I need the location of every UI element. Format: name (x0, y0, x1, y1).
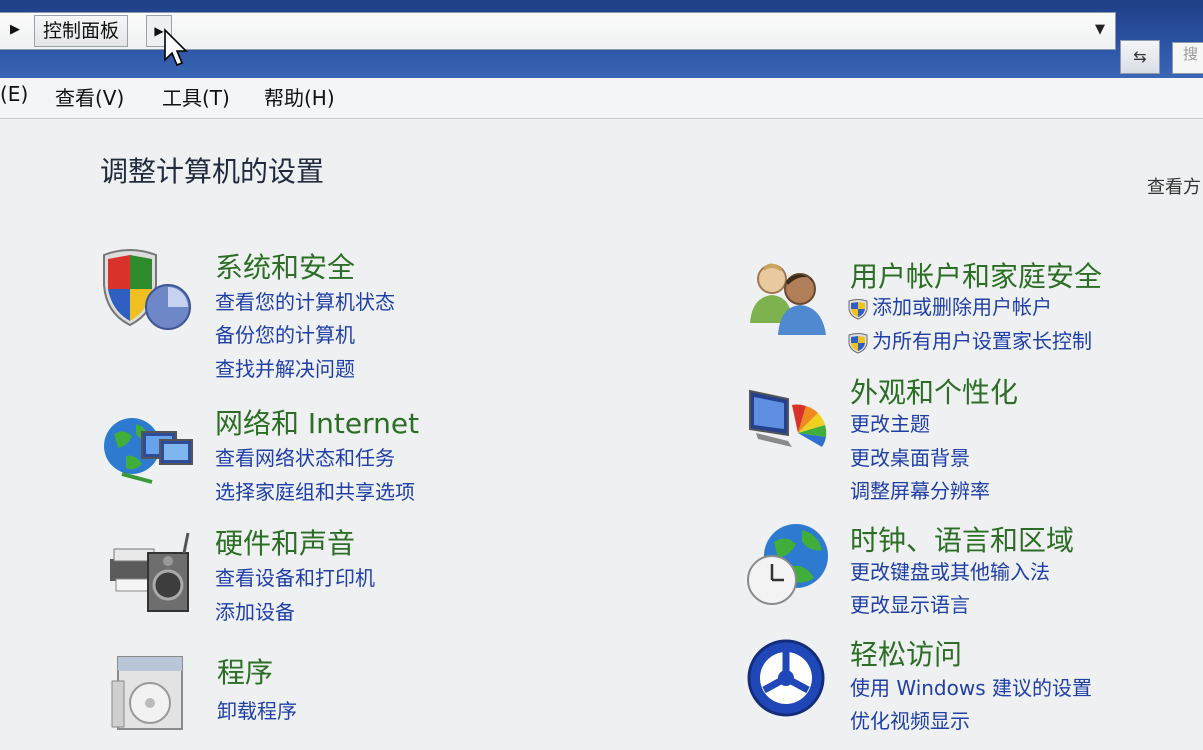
uac-shield-icon (848, 332, 868, 354)
menu-tools[interactable]: 工具(T) (162, 82, 230, 111)
mouse-cursor-icon (164, 28, 188, 67)
link-add-device[interactable]: 添加设备 (215, 596, 295, 625)
appearance-icon (749, 389, 827, 447)
menu-view[interactable]: 查看(V) (55, 82, 124, 111)
link-devices-printers[interactable]: 查看设备和打印机 (215, 562, 375, 591)
search-input[interactable]: 搜 (1172, 42, 1203, 74)
link-troubleshoot[interactable]: 查找并解决问题 (215, 353, 355, 382)
uac-shield-icon (848, 298, 868, 320)
programs-title[interactable]: 程序 (217, 651, 273, 691)
appearance-title[interactable]: 外观和个性化 (850, 371, 1018, 411)
refresh-button[interactable]: ⇆ (1120, 40, 1160, 74)
link-change-keyboard[interactable]: 更改键盘或其他输入法 (850, 556, 1050, 585)
breadcrumb-expand-icon[interactable]: ▶ (10, 22, 20, 37)
users-icon (750, 263, 826, 335)
menu-edit[interactable]: (E) (0, 82, 28, 106)
link-backup-computer[interactable]: 备份您的计算机 (215, 319, 355, 348)
printer-speaker-icon (110, 532, 190, 612)
clock-globe-icon (747, 524, 828, 605)
refresh-icon: ⇆ (1133, 47, 1147, 66)
shield-icon (103, 249, 191, 330)
system-security-title[interactable]: 系统和安全 (215, 246, 355, 286)
programs-icon (111, 656, 183, 730)
menu-bar: (E) 查看(V) 工具(T) 帮助(H) (0, 78, 1203, 119)
address-dropdown-icon[interactable]: ▼ (1095, 22, 1105, 37)
menu-help[interactable]: 帮助(H) (264, 82, 335, 111)
link-change-display-language[interactable]: 更改显示语言 (850, 589, 970, 618)
breadcrumb-control-panel[interactable]: 控制面板 (34, 15, 129, 47)
link-optimize-display[interactable]: 优化视频显示 (850, 705, 970, 734)
link-parental-controls[interactable]: 为所有用户设置家长控制 (872, 329, 1092, 353)
link-parental-controls-row[interactable]: 为所有用户设置家长控制 (848, 325, 1092, 354)
link-change-background[interactable]: 更改桌面背景 (850, 442, 970, 471)
link-uninstall-program[interactable]: 卸载程序 (217, 695, 297, 724)
view-by-label[interactable]: 查看方 (1147, 173, 1201, 199)
link-change-theme[interactable]: 更改主题 (850, 408, 930, 437)
network-globe-icon (104, 418, 193, 484)
link-view-computer-status[interactable]: 查看您的计算机状态 (215, 286, 395, 315)
ease-of-access-title[interactable]: 轻松访问 (850, 633, 962, 673)
link-add-remove-accounts-row[interactable]: 添加或删除用户帐户 (848, 291, 1052, 320)
search-partial-text: 搜 (1183, 45, 1199, 63)
network-internet-title[interactable]: 网络和 Internet (215, 402, 419, 442)
ease-of-access-icon (747, 639, 825, 717)
link-screen-resolution[interactable]: 调整屏幕分辨率 (850, 475, 990, 504)
clock-language-region-title[interactable]: 时钟、语言和区域 (850, 519, 1074, 559)
link-homegroup-sharing[interactable]: 选择家庭组和共享选项 (215, 476, 415, 505)
hardware-sound-title[interactable]: 硬件和声音 (215, 522, 355, 562)
link-network-status[interactable]: 查看网络状态和任务 (215, 442, 395, 471)
page-title: 调整计算机的设置 (100, 155, 325, 188)
control-panel-content: 调整计算机的设置 查看方 系统和安全 查看您的计算机状态 备份您的计算机 查找并… (0, 119, 1203, 750)
link-recommended-settings[interactable]: 使用 Windows 建议的设置 (850, 672, 1092, 701)
user-accounts-title[interactable]: 用户帐户和家庭安全 (850, 255, 1102, 295)
link-add-remove-accounts[interactable]: 添加或删除用户帐户 (872, 295, 1052, 319)
